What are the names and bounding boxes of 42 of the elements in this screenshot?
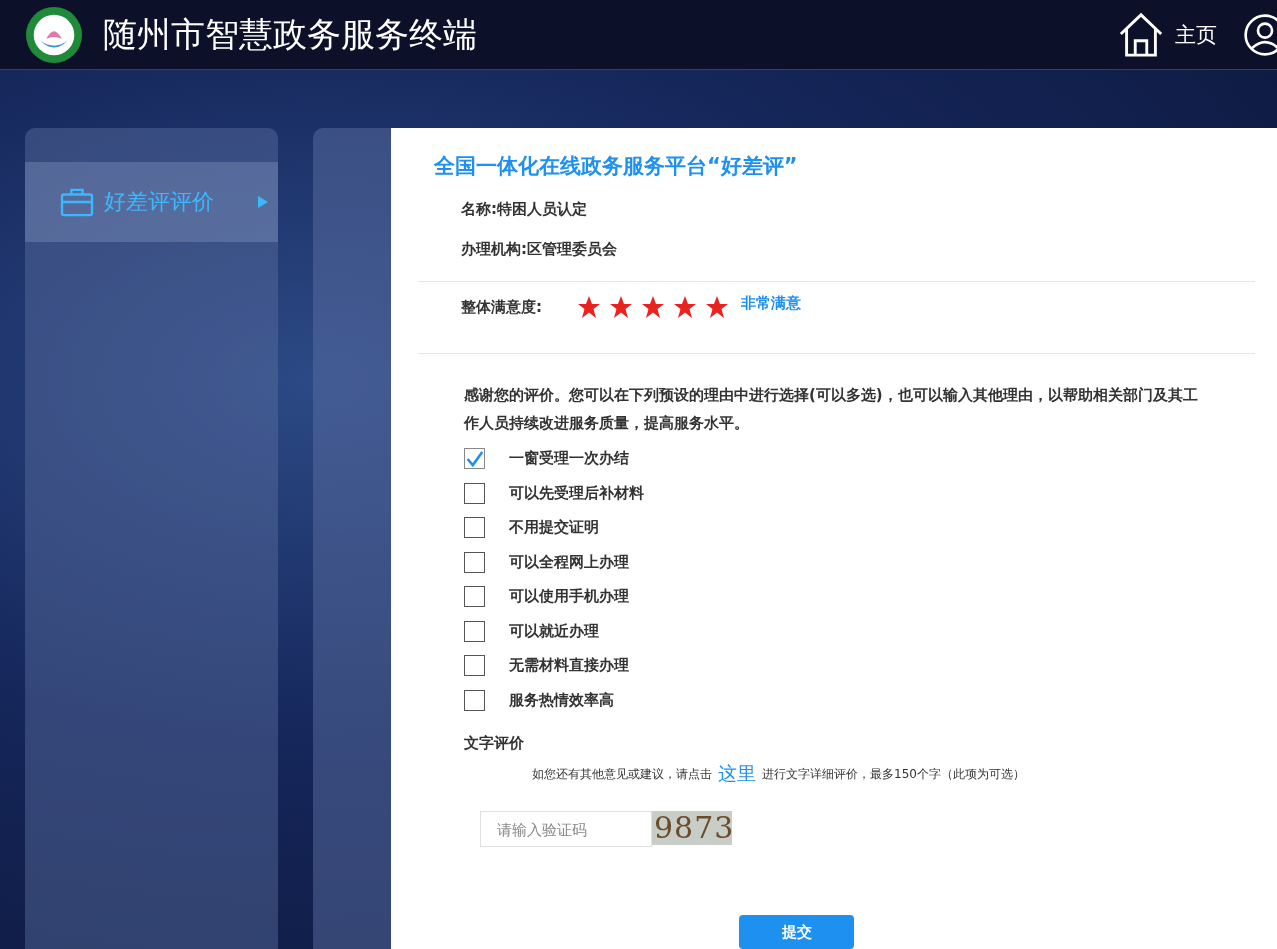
checkbox-label: 无需材料直接办理 bbox=[509, 656, 629, 676]
checkbox[interactable] bbox=[464, 551, 485, 573]
caret-icon bbox=[258, 196, 268, 208]
star-icon[interactable] bbox=[641, 295, 665, 319]
captcha-image[interactable]: 9873 bbox=[652, 811, 732, 845]
checkbox[interactable] bbox=[464, 689, 485, 711]
home-icon[interactable] bbox=[1117, 10, 1165, 59]
checkbox-label: 服务热情效率高 bbox=[509, 690, 614, 710]
satisfaction-text: 非常满意 bbox=[741, 294, 801, 313]
app-title: 随州市智慧政务服务终端 bbox=[103, 12, 477, 56]
checkbox-label: 不用提交证明 bbox=[509, 518, 599, 538]
checkbox[interactable] bbox=[464, 517, 485, 539]
briefcase-icon bbox=[60, 187, 94, 217]
intro-text: 感谢您的评价。您可以在下列预设的理由中进行选择(可以多选)，也可以输入其他理由，以帮助相关部门及其工作人员持续改进服务质量，提高服务水平。 bbox=[464, 385, 1199, 434]
checkbox[interactable] bbox=[464, 448, 485, 470]
star-icon[interactable] bbox=[673, 295, 697, 319]
star-icon[interactable] bbox=[577, 295, 601, 319]
checkbox-label: 可以先受理后补材料 bbox=[509, 483, 644, 503]
sidebar-item[interactable]: 好差评评价 bbox=[25, 162, 278, 242]
sidebar-label: 好差评评价 bbox=[104, 188, 214, 216]
captcha-field[interactable]: 请输入验证码 bbox=[480, 811, 652, 847]
checkbox-label: 可以就近办理 bbox=[509, 621, 599, 641]
star-icon[interactable] bbox=[609, 295, 633, 319]
checkbox[interactable] bbox=[464, 586, 485, 608]
satisfaction-label: 整体满意度: bbox=[461, 297, 543, 317]
form-title: 全国一体化在线政务服务平台“好差评” bbox=[434, 153, 799, 180]
section-heading: 文字评价 bbox=[464, 734, 525, 753]
checkbox[interactable] bbox=[464, 655, 485, 677]
star-icon[interactable] bbox=[705, 295, 729, 319]
service-org: 办理机构:区管理委员会 bbox=[461, 240, 618, 260]
submit-button[interactable]: 提交 bbox=[739, 915, 854, 949]
checkbox[interactable] bbox=[464, 482, 485, 504]
checkbox-label: 一窗受理一次办结 bbox=[509, 449, 629, 469]
checkbox-label: 可以全程网上办理 bbox=[509, 552, 629, 572]
hint-text: 如您还有其他意见或建议，请点击 bbox=[532, 765, 712, 783]
review-link[interactable]: 这里 bbox=[718, 761, 756, 787]
checkbox-label: 可以使用手机办理 bbox=[509, 587, 629, 607]
emblem-logo-icon bbox=[25, 5, 83, 64]
hint-text: 进行文字详细评价，最多150个字（此项为可选） bbox=[762, 765, 1025, 783]
home-link[interactable]: 主页 bbox=[1175, 20, 1217, 49]
service-name: 名称:特困人员认定 bbox=[461, 200, 588, 220]
checkbox[interactable] bbox=[464, 620, 485, 642]
